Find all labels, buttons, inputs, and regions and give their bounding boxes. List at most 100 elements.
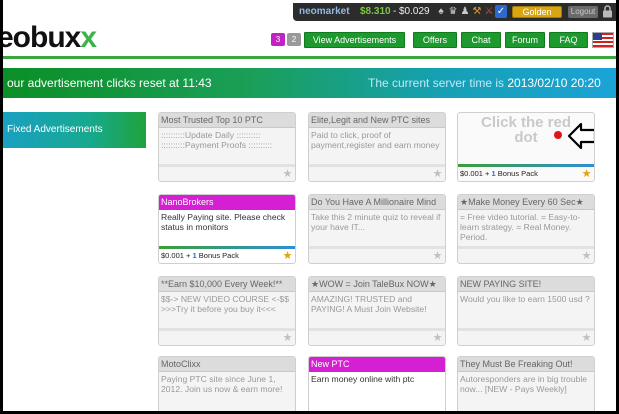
ad-progress-bar <box>458 246 594 249</box>
ad-title: They Must Be Freaking Out! <box>458 357 594 372</box>
bank-icon[interactable]: ♛ <box>447 5 459 18</box>
ad-card-click-red-dot[interactable]: Click the red dot $0.001 + 1 Bonus Pack ★ <box>457 112 595 182</box>
ad-footer: $0.001 + 1 Bonus Pack <box>460 168 538 180</box>
ad-price: $0.001 <box>161 251 184 260</box>
star-icon[interactable]: ★ <box>282 169 293 180</box>
ad-title: ★Make Money Every 60 Sec★ <box>458 195 594 210</box>
golden-button[interactable]: Golden <box>512 6 562 18</box>
notifications-badge[interactable]: 2 <box>287 33 301 46</box>
ad-card[interactable]: Elite,Legit and New PTC sites Paid to cl… <box>308 112 446 182</box>
ad-card[interactable]: NanoBrokers Really Paying site. Please c… <box>158 194 296 264</box>
ad-description: Paid to click, proof of payment,register… <box>311 130 440 150</box>
ad-description: Paying PTC site since June 1, 2012. Join… <box>161 374 283 394</box>
star-icon[interactable]: ★ <box>282 333 293 344</box>
account-topbar: neomarket $8.310 - $0.029 ♠ ♛ ♟ ⚒ ⚔ ✓ Go… <box>293 3 616 21</box>
ad-description: Really Paying site. Please check status … <box>161 212 286 232</box>
faq-button[interactable]: FAQ <box>549 32 588 48</box>
ad-bonus-count: 1 <box>491 169 496 178</box>
main-balance: $8.310 <box>360 6 391 17</box>
ad-description: Autoresponders are in big trouble now...… <box>460 374 588 394</box>
shield-icon[interactable]: ✓ <box>495 5 507 18</box>
ad-description: Take this 2 minute quiz to reveal if you… <box>311 212 441 232</box>
ad-title: **Earn $10,000 Every Week!** <box>159 277 295 292</box>
ad-title: Elite,Legit and New PTC sites <box>309 113 445 128</box>
forum-button[interactable]: Forum <box>505 32 545 48</box>
ad-footer: $0.001 + 1 Bonus Pack <box>161 250 239 262</box>
username-link[interactable]: neomarket <box>299 6 350 17</box>
rental-balance: $0.029 <box>399 6 430 17</box>
messages-badge[interactable]: 3 <box>271 33 285 46</box>
ad-progress-bar <box>309 246 445 249</box>
ad-description: Would you like to earn 1500 usd ? <box>460 294 590 304</box>
ad-card[interactable]: Do You Have A Millionaire Mind Take this… <box>308 194 446 264</box>
person2-icon[interactable]: ♟ <box>459 5 471 18</box>
server-time-label: The current server time is <box>368 76 508 90</box>
neobux-window: neomarket $8.310 - $0.029 ♠ ♛ ♟ ⚒ ⚔ ✓ Go… <box>0 0 619 414</box>
ad-title: Do You Have A Millionaire Mind <box>309 195 445 210</box>
ad-title: ★WOW = Join TaleBux NOW★ <box>309 277 445 292</box>
tools-icon[interactable]: ⚔ <box>483 5 495 18</box>
logo-x: x <box>80 21 97 54</box>
ad-title: New PTC <box>309 357 445 372</box>
ad-plus: + <box>186 251 191 260</box>
reset-text: our advertisement clicks reset at 11:43 <box>7 68 212 98</box>
ad-card[interactable]: **Earn $10,000 Every Week!** $$-> NEW VI… <box>158 276 296 346</box>
reset-time: 11:43 <box>182 76 212 90</box>
star-icon[interactable]: ★ <box>581 333 592 344</box>
balance-separator: - <box>393 6 397 17</box>
ad-progress-bar <box>309 164 445 167</box>
ad-bonus-count: 1 <box>192 251 197 260</box>
ad-card[interactable]: NEW PAYING SITE! Would you like to earn … <box>457 276 595 346</box>
ad-card[interactable]: ★Make Money Every 60 Sec★ = Free video t… <box>457 194 595 264</box>
ad-card[interactable]: Most Trusted Top 10 PTC ::::::::::Update… <box>158 112 296 182</box>
ad-bonus-pack: Bonus Pack <box>497 169 538 178</box>
red-dot[interactable] <box>554 131 562 139</box>
ad-description: ::::::::::Update Daily :::::::::: ::::::… <box>161 130 273 150</box>
ad-title: Most Trusted Top 10 PTC <box>159 113 295 128</box>
star-icon[interactable]: ★ <box>282 251 293 262</box>
ad-description: = Free video tutorial. = Easy-to-learn s… <box>460 212 581 242</box>
ad-description: $$-> NEW VIDEO COURSE <-$$ >>>Try it bef… <box>161 294 289 314</box>
logo-text: eobux <box>0 21 81 54</box>
server-time-text: The current server time is 2013/02/10 20… <box>368 68 601 98</box>
arrow-left-icon <box>567 122 594 150</box>
wrench-icon[interactable]: ⚒ <box>471 5 483 18</box>
server-time-value: 2013/02/10 20:20 <box>507 76 601 90</box>
neobux-logo[interactable]: eobuxx <box>0 21 97 55</box>
ad-progress-bar <box>458 164 594 167</box>
star-icon[interactable]: ★ <box>581 169 592 180</box>
ad-card[interactable]: They Must Be Freaking Out! Autoresponder… <box>457 356 595 411</box>
ad-title: MotoClixx <box>159 357 295 372</box>
fixed-advertisements-tab[interactable]: Fixed Advertisements <box>3 112 146 148</box>
star-icon[interactable]: ★ <box>432 333 443 344</box>
star-icon[interactable]: ★ <box>432 251 443 262</box>
logout-button[interactable]: Logout <box>568 6 598 18</box>
ad-plus: + <box>485 169 490 178</box>
star-icon[interactable]: ★ <box>432 169 443 180</box>
ad-progress-bar <box>458 328 594 331</box>
ad-bonus-pack: Bonus Pack <box>198 251 239 260</box>
star-icon[interactable]: ★ <box>581 251 592 262</box>
offers-button[interactable]: Offers <box>413 32 457 48</box>
ad-price: $0.001 <box>460 169 483 178</box>
reset-label: our advertisement clicks reset at <box>7 76 183 90</box>
ad-card[interactable]: New PTC Earn money online with ptc <box>308 356 446 411</box>
ad-description: Earn money online with ptc <box>311 374 415 384</box>
click-red-line2: dot <box>514 129 538 146</box>
person-icon[interactable]: ♠ <box>435 5 447 18</box>
ad-progress-bar <box>159 246 295 249</box>
ad-card[interactable]: ★WOW = Join TaleBux NOW★ AMAZING! TRUSTE… <box>308 276 446 346</box>
us-flag-icon[interactable] <box>592 32 614 48</box>
ad-title: NEW PAYING SITE! <box>458 277 594 292</box>
ad-title: NanoBrokers <box>159 195 295 210</box>
header-divider <box>3 56 616 59</box>
chat-button[interactable]: Chat <box>461 32 501 48</box>
ad-progress-bar <box>159 164 295 167</box>
lock-icon[interactable] <box>602 5 614 18</box>
ad-card[interactable]: MotoClixx Paying PTC site since June 1, … <box>158 356 296 411</box>
ad-progress-bar <box>309 328 445 331</box>
ad-description: AMAZING! TRUSTED and PAYING! A Must Join… <box>311 294 427 314</box>
ad-progress-bar <box>159 328 295 331</box>
view-advertisements-button[interactable]: View Advertisements <box>304 32 405 48</box>
clicks-reset-banner: our advertisement clicks reset at 11:43 … <box>3 68 616 98</box>
